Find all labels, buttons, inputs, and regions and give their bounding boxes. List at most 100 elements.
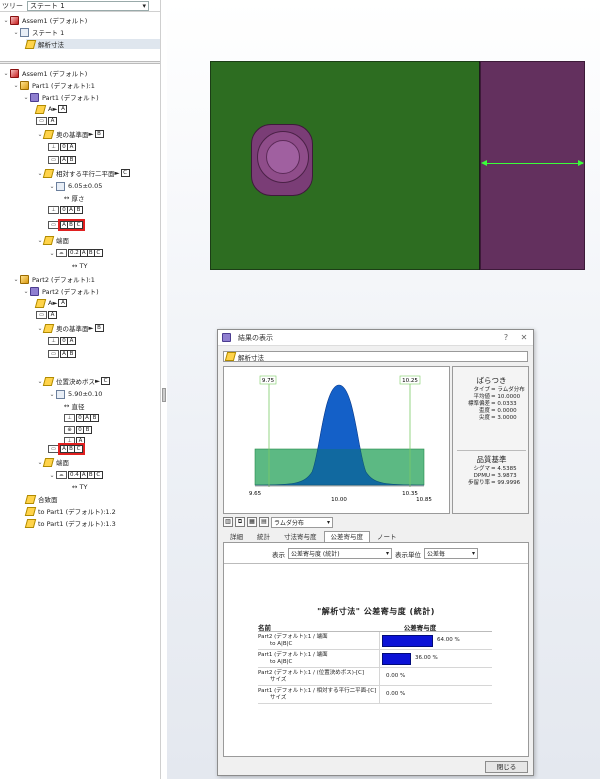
tree-item-sec-datum-2[interactable]: ⌄ 奥の基準面 ► B (36, 323, 104, 333)
collapse-arrow-icon[interactable]: ⌄ (12, 82, 20, 89)
perpendicularity-icon: ⊥ (48, 206, 59, 214)
frame-cell: A (61, 446, 68, 452)
display-select[interactable]: 公差寄与度 (統計) ▾ (288, 548, 392, 559)
tree-item-label: Part1 (デフォルト):1 (32, 82, 95, 90)
tree-item-assem-top[interactable]: ⌄ Assem1 (デフォルト) (2, 15, 87, 25)
state-select[interactable]: ステート 1 ▾ (27, 0, 149, 11)
close-icon[interactable]: ✕ (515, 333, 533, 342)
tree-item-drf-abc-2[interactable]: ▭ A B C (48, 443, 85, 455)
tree-item-face[interactable]: ⌄ 端面 (36, 235, 69, 245)
tree-item-frame-pos-2[interactable]: ⊥ 0 A B (64, 413, 99, 423)
collapse-arrow-icon[interactable]: ⌄ (12, 29, 20, 36)
dialog-titlebar[interactable]: 結果の表示 ? ✕ (218, 330, 533, 346)
collapse-arrow-icon[interactable]: ⌄ (2, 70, 10, 77)
datum-tag: B (94, 324, 104, 332)
row-name-line2: to A|B|C (270, 640, 293, 647)
tree-item-face-2[interactable]: ⌄ 端面 (36, 457, 69, 467)
datum-feature-icon (34, 298, 47, 308)
control-frame-highlighted: ABC (58, 443, 85, 455)
tree-item-frame-b-2[interactable]: ⊥ 0 A (48, 336, 76, 346)
help-icon[interactable]: ? (497, 333, 515, 342)
tree-item-size-sub-2[interactable]: ↔ 直径 (64, 401, 85, 411)
panel-collapse-handle[interactable] (162, 388, 166, 402)
tree-item-size-2[interactable]: ⌄ 5.90±0.10 (48, 389, 102, 399)
collapse-arrow-icon[interactable]: ⌄ (22, 94, 30, 101)
flatness-icon: ▭ (36, 311, 47, 319)
analysis-dimension-line (483, 163, 583, 164)
frame-cell: A (68, 338, 75, 344)
histogram-icon[interactable]: ▥ (223, 517, 233, 527)
tree-item-frame-b[interactable]: ⊥ 0 A (48, 142, 76, 152)
tree-item-drf-ab[interactable]: ▭ A B (48, 155, 76, 165)
reference-frame-icon: ▭ (48, 221, 59, 229)
collapse-arrow-icon[interactable]: ⌄ (2, 17, 10, 24)
tree-item-drf-abc[interactable]: ▭ A B C (48, 219, 85, 231)
tree-item-feature-c-2[interactable]: ⌄ 位置決めボス ► C (36, 376, 110, 386)
tree-item-analysis[interactable]: 解析寸法 (24, 39, 160, 49)
collapse-arrow-icon[interactable]: ⌄ (12, 276, 20, 283)
reference-frame-icon: ▭ (48, 445, 59, 453)
frame-cell: A (61, 222, 68, 228)
tree-item-part1-inst[interactable]: ⌄ Part1 (デフォルト):1 (12, 80, 95, 90)
control-frame: A (48, 117, 57, 125)
table-row: Part2 (デフォルト):1 / 端面 to A|B|C 64.00 % (258, 632, 492, 650)
tree-item-part1[interactable]: ⌄ Part1 (デフォルト) (22, 92, 99, 102)
tree-item-part2-inst[interactable]: ⌄ Part2 (デフォルト):1 (12, 274, 95, 284)
tree-item-mate-1[interactable]: to Part1 (デフォルト):1.2 (24, 506, 116, 516)
tree-item-assem-root[interactable]: ⌄ Assem1 (デフォルト) (2, 68, 87, 78)
tree-item-face-sub-2[interactable]: ↔ TY (72, 482, 87, 492)
tree-splitter[interactable] (0, 61, 160, 64)
frame-cell: B (87, 250, 95, 256)
collapse-arrow-icon[interactable]: ⌄ (48, 391, 56, 398)
tree-item-sec-datum[interactable]: ⌄ 奥の基準面 ► B (36, 129, 104, 139)
tree-item-mates[interactable]: 合致面 (24, 494, 58, 504)
unit-select[interactable]: 公差毎 ▾ (424, 548, 478, 559)
stat-value: = 99.9996 (491, 480, 521, 486)
mate-icon (24, 494, 37, 504)
chart-icon[interactable]: ▤ (259, 517, 269, 527)
dimension-arrow-right-icon (578, 160, 584, 166)
tree-item-label: 合致面 (38, 496, 58, 504)
tree-item-face-sub[interactable]: ↔ TY (72, 261, 87, 271)
contribution-pct: 0.00 % (386, 673, 406, 679)
analysis-name-field[interactable]: 解析寸法 (223, 351, 528, 362)
frame-cell: A (61, 351, 68, 357)
table-icon[interactable]: ▦ (247, 517, 257, 527)
frame-cell: B (84, 427, 91, 433)
collapse-arrow-icon[interactable]: ⌄ (48, 250, 56, 257)
tree-item-part2[interactable]: ⌄ Part2 (デフォルト) (22, 286, 99, 296)
tree-item-size[interactable]: ⌄ 6.05±0.05 (48, 181, 102, 191)
tree-item-frame-pos2-2[interactable]: ⊕ 0 B (64, 425, 92, 435)
row-name-line2: サイズ (270, 676, 287, 683)
tree-item-frame-pos[interactable]: ⊥ 0 A B (48, 205, 83, 215)
state-icon (20, 27, 29, 37)
collapse-arrow-icon[interactable]: ⌄ (22, 288, 30, 295)
collapse-arrow-icon[interactable]: ⌄ (48, 183, 56, 190)
part2-model-face (480, 61, 585, 270)
tree-item-drf-ab-2[interactable]: ▭ A B (48, 349, 76, 359)
tree-item-frame-face-2[interactable]: ⌄ ⌓ 0.4 A B C (48, 470, 103, 480)
tree-item-frame-a-2[interactable]: ▭ A (36, 310, 57, 320)
frame-cell: 0 (61, 338, 68, 344)
tree-item-feature-c[interactable]: ⌄ 相対する平行二平面 ► C (36, 168, 130, 178)
tree-item-state[interactable]: ⌄ ステート 1 (12, 27, 64, 37)
chevron-down-icon: ▾ (326, 518, 330, 526)
unit-select-value: 公差毎 (427, 551, 446, 558)
tree-item-frame-face[interactable]: ⌄ ⌓ 0.2 A B C (48, 248, 103, 258)
stat-value: = 0.0000 (491, 408, 517, 414)
dimension-icon (224, 352, 237, 361)
tree-item-frame-a[interactable]: ▭ A (36, 116, 57, 126)
tree-item-mate-2[interactable]: to Part1 (デフォルト):1.3 (24, 518, 116, 528)
collapse-arrow-icon[interactable]: ⌄ (48, 472, 56, 479)
tree-item-datum-a[interactable]: A ► A (34, 104, 68, 114)
distribution-select[interactable]: ラムダ分布 ▾ (271, 516, 333, 528)
datum-feature-icon (42, 376, 55, 386)
chevron-down-icon: ▾ (385, 550, 389, 557)
tree-item-datum-a-2[interactable]: A ► A (34, 298, 68, 308)
copy-icon[interactable]: ⧉ (235, 517, 245, 527)
close-button[interactable]: 閉じる (485, 761, 528, 773)
table-row: Part2 (デフォルト):1 / (位置決めボス)-[C] サイズ 0.00 % (258, 668, 492, 686)
tree-item-size-sub[interactable]: ↔ 厚さ (64, 193, 85, 203)
tree-item-label: to Part1 (デフォルト):1.3 (38, 520, 116, 528)
display-label: 表示 (272, 550, 285, 559)
